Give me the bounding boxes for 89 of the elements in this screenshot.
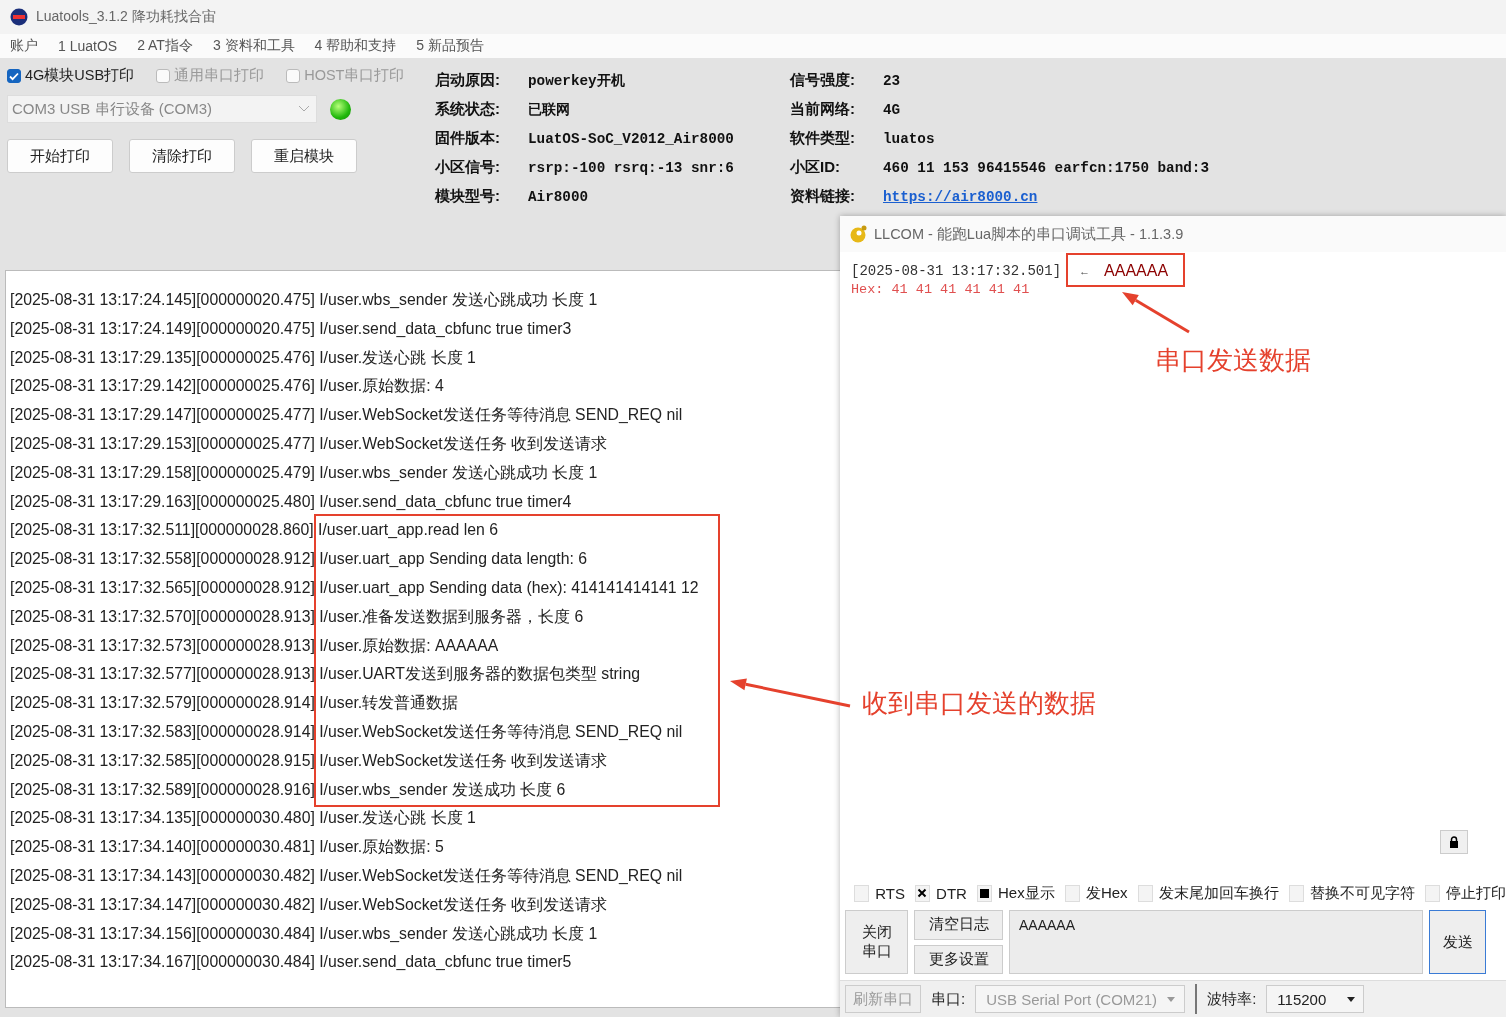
info-label: 小区信号: [435,158,501,177]
checkbox-label[interactable]: DTR [936,884,967,902]
chevron-icon[interactable] [298,105,310,113]
log-line: [2025-08-31 13:17:29.153][000000025.477] I/user.WebSocket发送任务 收到发送请求 [9,434,608,454]
annotation-text: 收到串口发送的数据 [862,687,1096,720]
checkbox[interactable] [7,68,21,83]
log-line: [2025-08-31 13:17:32.585][000000028.915] I/user.WebSocket发送任务 收到发送请求 [9,750,608,771]
info-label: 小区ID: [790,158,841,177]
square-mark-icon [979,888,989,898]
log-line: [2025-08-31 13:17:34.147][000000030.482] I/user.WebSocket发送任务 收到发送请求 [9,894,608,915]
caret-icon[interactable] [1347,996,1356,1002]
toolbar-button[interactable]: 开始打印 [7,139,113,173]
info-value: 4G [883,101,902,118]
log-line: [2025-08-31 13:17:29.135][000000025.476] I/user.发送心跳 长度 1 [9,347,476,368]
checkbox[interactable] [286,68,301,83]
log-line: [2025-08-31 13:17:24.145][000000020.475] I/user.wbs_sender 发送心跳成功 长度 1 [9,290,598,310]
checkbox[interactable] [156,68,171,83]
info-value: 已联网 [528,101,571,119]
log-line: [2025-08-31 13:17:34.140][000000030.481] I/user.原始数据: 5 [9,837,444,858]
info-value: 460 11 153 96415546 earfcn:1750 band:3 [883,159,1210,176]
log-line: [2025-08-31 13:17:32.577][000000028.913] I/user.UART发送到服务器的数据包类型 string [9,664,640,685]
info-value: LuatOS-SoC_V2012_Air8000 [528,130,735,147]
log-line: [2025-08-31 13:17:29.163][000000025.480] I/user.send_data_cbfunc true timer4 [9,491,572,512]
info-value: 23 [883,72,902,89]
info-label: 当前网络: [790,100,856,119]
send-button[interactable]: 发送 [1429,910,1486,974]
menu-item[interactable]: 1 LuatOS [56,38,120,54]
checkbox-label[interactable]: Hex显示 [998,883,1055,903]
lock-button[interactable] [1440,830,1468,854]
info-label: 模块型号: [435,187,501,206]
info-value: rsrp:-100 rsrq:-13 snr:6 [528,159,735,176]
checkbox-label[interactable]: 发Hex [1085,883,1128,903]
log-line: [2025-08-31 13:17:34.167][000000030.484] I/user.send_data_cbfunc true timer5 [9,952,572,973]
send-input[interactable]: AAAAAA [1009,910,1423,974]
baud-label: 波特率: [1207,989,1257,1009]
checkbox-label[interactable]: 替换不可见字符 [1309,883,1415,903]
link[interactable]: https://air8000.cn [883,188,1210,205]
more-settings-button[interactable]: 更多设置 [914,944,1003,974]
app-logo-icon [849,225,867,243]
lock-icon [1449,836,1459,848]
menu-item[interactable]: 账户 [8,37,40,55]
log-line: [2025-08-31 13:17:32.558][000000028.912] I/user.uart_app Sending data length: 6 [9,549,588,570]
log-line: [2025-08-31 13:17:34.135][000000030.480] I/user.发送心跳 长度 1 [9,808,476,829]
menu-item[interactable]: 4 帮助和支持 [312,37,399,55]
checkbox-label[interactable]: 停止打印 [1446,883,1506,903]
window-title: LLCOM - 能跑Lua脚本的串口调试工具 - 1.1.3.9 [874,224,1184,244]
log-line: [2025-08-31 13:17:32.589][000000028.916] I/user.wbs_sender 发送成功 长度 6 [9,779,566,800]
info-label: 系统状态: [435,100,501,119]
cross-mark-icon [917,888,928,898]
window-title: Luatools_3.1.2 降功耗找合宙 [36,8,216,26]
info-label: 信号强度: [790,71,856,90]
checkbox-label[interactable]: 4G模块USB打印 [25,66,135,85]
log-line: [2025-08-31 13:17:29.142][000000025.476] I/user.原始数据: 4 [9,376,444,397]
info-label: 资料链接: [790,187,856,206]
hex-line: Hex: 41 41 41 41 41 41 [851,282,1031,297]
log-line: [2025-08-31 13:17:29.158][000000025.479] I/user.wbs_sender 发送心跳成功 长度 1 [9,462,598,483]
log-line: [2025-08-31 13:17:32.565][000000028.912] I/user.uart_app Sending data (hex): 414141414141 12 [9,577,699,598]
baud-dropdown[interactable]: 115200 [1266,985,1365,1013]
info-label: 固件版本: [435,129,501,148]
log-line: [2025-08-31 13:17:24.149][000000020.475] I/user.send_data_cbfunc true timer3 [9,318,572,339]
received-data: AAAAAA [1104,262,1169,280]
port-label: 串口: [931,989,966,1009]
info-value: luatos [883,130,936,147]
log-line: [2025-08-31 13:17:32.511][000000028.860] I/user.uart_app.read len 6 [9,520,499,541]
log-line: [2025-08-31 13:17:34.156][000000030.484] I/user.wbs_sender 发送心跳成功 长度 1 [9,923,598,944]
info-label: 软件类型: [790,129,856,148]
log-line: [2025-08-31 13:17:32.583][000000028.914] I/user.WebSocket发送任务等待消息 SEND_REQ nil [9,721,683,742]
direction-arrow: ← [1079,265,1091,277]
close-port-button[interactable]: 关闭串口 [845,910,908,974]
info-value: powerkey开机 [528,72,626,90]
log-line: [2025-08-31 13:17:32.573][000000028.913] I/user.原始数据: AAAAAA [9,635,499,656]
toolbar-button[interactable]: 重启模块 [251,139,357,173]
checkbox-label[interactable]: RTS [875,884,905,902]
annotation-arrow [1122,292,1190,334]
log-timestamp: [2025-08-31 13:17:32.501] [851,263,1062,279]
toolbar-button[interactable]: 清除打印 [129,139,235,173]
menu-item[interactable]: 2 AT指令 [135,37,195,55]
checkbox-label[interactable]: 发末尾加回车换行 [1158,883,1279,903]
log-line: [2025-08-31 13:17:32.579][000000028.914] I/user.转发普通数据 [9,693,459,714]
annotation-text: 串口发送数据 [1155,344,1311,377]
log-line: [2025-08-31 13:17:29.147][000000025.477] I/user.WebSocket发送任务等待消息 SEND_REQ nil [9,405,683,426]
clear-log-button[interactable]: 清空日志 [914,910,1003,940]
info-value: Air8000 [528,188,590,205]
log-line: [2025-08-31 13:17:34.143][000000030.482] I/user.WebSocket发送任务等待消息 SEND_REQ nil [9,865,683,886]
menu-item[interactable]: 5 新品预告 [414,37,486,55]
app-logo-icon [10,8,28,26]
log-line: [2025-08-31 13:17:32.570][000000028.913] I/user.准备发送数据到服务器，长度 6 [9,606,584,627]
info-label: 启动原因: [435,71,501,90]
menu-item[interactable]: 3 资料和工具 [210,37,297,55]
